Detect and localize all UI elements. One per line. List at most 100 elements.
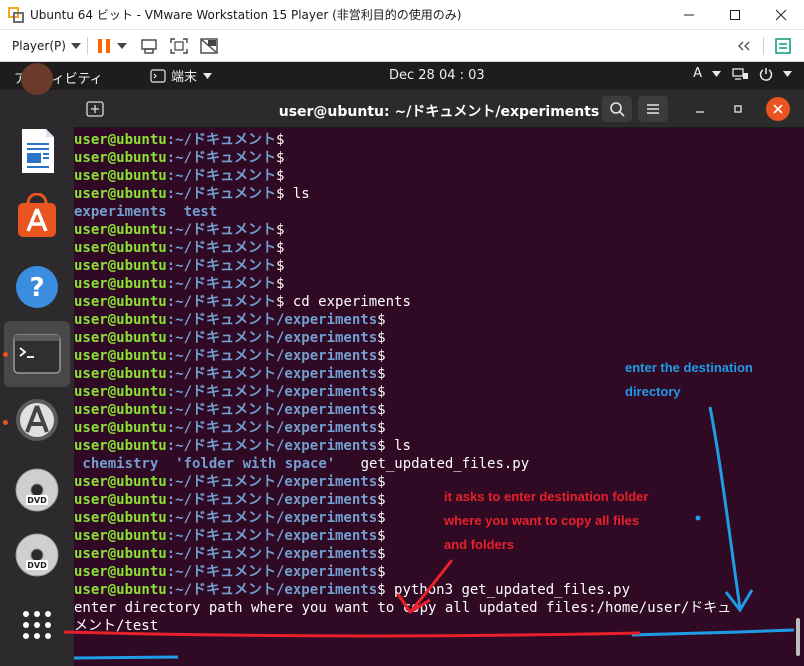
prompt-command: $ [377, 402, 386, 418]
prompt-path: :~/ドキュメント/experiments [166, 474, 378, 490]
prompt-command: $ [276, 258, 285, 274]
show-applications-icon[interactable] [8, 596, 66, 654]
prompt-command: $ [276, 222, 285, 238]
terminal-icon[interactable] [8, 325, 66, 383]
maximize-icon[interactable] [712, 0, 758, 30]
dvd-icon[interactable]: DVD [8, 461, 66, 519]
network-icon [732, 67, 748, 80]
app-menu[interactable]: 端末 [150, 66, 213, 85]
terminal-line: chemistry 'folder with space' get_update… [74, 455, 790, 473]
prompt-command: $ python3 get_updated_files.py [377, 582, 631, 598]
prompt-path: :~/ドキュメント/experiments [166, 330, 378, 346]
app-menu-label: 端末 [171, 70, 198, 85]
terminal-line: user@ubuntu:~/ドキュメント/experiments$ [74, 473, 790, 491]
chevron-down-icon [712, 70, 721, 77]
prompt-user: user@ubuntu [74, 582, 167, 598]
prompt-user: user@ubuntu [74, 294, 167, 310]
pause-icon[interactable] [94, 34, 114, 58]
prompt-user: user@ubuntu [74, 366, 167, 382]
minimize-icon[interactable] [666, 0, 712, 30]
close-icon[interactable] [758, 0, 804, 30]
input-method-indicator[interactable]: A [693, 66, 702, 81]
power-icon [759, 67, 773, 81]
toolbar-divider [763, 36, 764, 55]
prompt-user: user@ubuntu [74, 420, 167, 436]
prompt-user: user@ubuntu [74, 150, 167, 166]
terminal-line: user@ubuntu:~/ドキュメント$ cd experiments [74, 293, 790, 311]
terminal-line: user@ubuntu:~/ドキュメント/experiments$ [74, 509, 790, 527]
prompt-user: user@ubuntu [74, 564, 167, 580]
annotation-line: enter the destination [625, 360, 753, 375]
system-tray[interactable]: A [693, 66, 792, 81]
terminal-line: メント/test [74, 617, 790, 635]
prompt-command: $ [377, 546, 386, 562]
scrollbar-thumb[interactable] [796, 618, 800, 656]
close-icon[interactable] [766, 97, 790, 121]
unity-icon[interactable] [194, 34, 224, 58]
prompt-user: user@ubuntu [74, 510, 167, 526]
dropdown-icon[interactable] [114, 34, 130, 58]
terminal-line: user@ubuntu:~/ドキュメント/experiments$ [74, 545, 790, 563]
prompt-path: :~/ドキュメント/experiments [166, 312, 378, 328]
svg-text:DVD: DVD [27, 561, 47, 570]
prompt-path: :~/ドキュメント [166, 150, 277, 166]
dvd-icon[interactable]: DVD [8, 526, 66, 584]
prompt-path: :~/ドキュメント [166, 276, 277, 292]
send-ctrl-alt-del-icon[interactable] [134, 34, 164, 58]
prompt-command: $ [377, 384, 386, 400]
program-output: メント/test [74, 618, 159, 634]
annotation-line: where you want to copy all files [444, 513, 640, 528]
terminal-line: user@ubuntu:~/ドキュメント$ [74, 275, 790, 293]
terminal-line: user@ubuntu:~/ドキュメント$ [74, 257, 790, 275]
double-chevron-left-icon[interactable] [731, 34, 757, 58]
vmware-logo-icon [8, 6, 24, 23]
svg-text:?: ? [29, 273, 44, 303]
prompt-command: $ [377, 420, 386, 436]
prompt-user: user@ubuntu [74, 240, 167, 256]
prompt-user: user@ubuntu [74, 348, 167, 364]
prompt-path: :~/ドキュメント/experiments [166, 348, 378, 364]
text-editor-icon[interactable] [8, 122, 66, 180]
blue-annotation-note: enter the destination directory [625, 356, 753, 404]
prompt-path: :~/ドキュメント/experiments [166, 510, 378, 526]
prompt-path: :~/ドキュメント/experiments [166, 492, 378, 508]
prompt-path: :~/ドキュメント [166, 294, 277, 310]
software-center-icon[interactable] [8, 187, 66, 245]
minimize-icon[interactable] [688, 96, 712, 122]
chevron-down-icon [70, 42, 81, 49]
red-annotation-note: it asks to enter destination folder wher… [444, 485, 648, 557]
prompt-user: user@ubuntu [74, 276, 167, 292]
prompt-command: $ [377, 492, 386, 508]
devices-icon[interactable] [770, 34, 796, 58]
prompt-path: :~/ドキュメント [166, 132, 277, 148]
prompt-user: user@ubuntu [74, 438, 167, 454]
prompt-user: user@ubuntu [74, 474, 167, 490]
clock[interactable]: Dec 28 04 : 03 [389, 68, 485, 83]
fullscreen-icon[interactable] [164, 34, 194, 58]
annotation-line: and folders [444, 537, 515, 552]
prompt-command: $ [276, 276, 285, 292]
prompt-command: $ [377, 330, 386, 346]
software-updater-icon[interactable] [8, 391, 66, 449]
partial-dock-item[interactable] [8, 50, 66, 108]
terminal-line: user@ubuntu:~/ドキュメント$ [74, 149, 790, 167]
terminal-line: user@ubuntu:~/ドキュメント$ [74, 239, 790, 257]
prompt-command: $ ls [276, 186, 310, 202]
ls-output-dirs: experiments test [74, 204, 218, 220]
prompt-path: :~/ドキュメント [166, 168, 277, 184]
terminal-line: user@ubuntu:~/ドキュメント$ [74, 221, 790, 239]
search-icon[interactable] [602, 96, 632, 122]
prompt-path: :~/ドキュメント/experiments [166, 366, 378, 382]
restore-icon[interactable] [726, 96, 750, 122]
prompt-command: $ [377, 348, 386, 364]
terminal-line: user@ubuntu:~/ドキュメント$ [74, 167, 790, 185]
help-icon[interactable]: ? [8, 258, 66, 316]
terminal-line: user@ubuntu:~/ドキュメント$ [74, 131, 790, 149]
prompt-user: user@ubuntu [74, 528, 167, 544]
prompt-path: :~/ドキュメント/experiments [166, 546, 378, 562]
prompt-command: $ [377, 564, 386, 580]
hamburger-menu-icon[interactable] [638, 96, 668, 122]
window-title: Ubuntu 64 ビット - VMware Workstation 15 Pl… [30, 8, 462, 22]
prompt-command: $ [276, 240, 285, 256]
prompt-user: user@ubuntu [74, 330, 167, 346]
